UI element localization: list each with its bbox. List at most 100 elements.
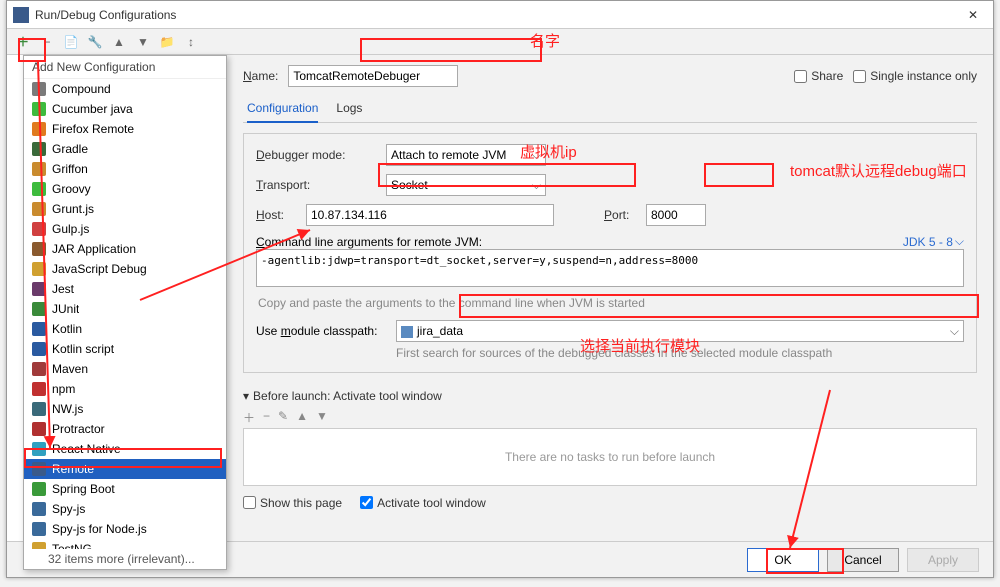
config-type-item[interactable]: JavaScript Debug	[24, 259, 226, 279]
name-input[interactable]	[288, 65, 458, 87]
config-type-icon	[32, 302, 46, 316]
transport-select[interactable]: Socket⌵	[386, 174, 546, 196]
cmdline-label: Command line arguments for remote JVM:	[256, 235, 482, 249]
add-config-icon[interactable]: ＋	[15, 34, 31, 50]
config-type-icon	[32, 342, 46, 356]
ok-button[interactable]: OK	[747, 548, 819, 572]
show-this-page-checkbox[interactable]: Show this page	[243, 496, 342, 510]
config-type-icon	[32, 282, 46, 296]
config-type-icon	[32, 542, 46, 549]
module-classpath-select[interactable]: jira_data ⌵	[396, 320, 964, 342]
run-debug-dialog: Run/Debug Configurations ✕ ＋ − 📄 🔧 ▲ ▼ 📁…	[6, 0, 994, 578]
cancel-button[interactable]: Cancel	[827, 548, 899, 572]
config-type-item[interactable]: Grunt.js	[24, 199, 226, 219]
folder-icon[interactable]: 📁	[159, 34, 175, 50]
more-items[interactable]: 32 items more (irrelevant)...	[24, 549, 226, 569]
toolbar: ＋ − 📄 🔧 ▲ ▼ 📁 ↕	[7, 29, 993, 55]
debugger-mode-select[interactable]: Attach to remote JVM⌵	[386, 144, 546, 166]
config-type-icon	[32, 182, 46, 196]
module-classpath-label: Use module classpath:	[256, 324, 386, 338]
share-checkbox[interactable]: Share	[794, 69, 843, 83]
config-type-list[interactable]: Compound Cucumber javaFirefox RemoteGradl…	[24, 79, 226, 549]
config-type-item[interactable]: Spy-js	[24, 499, 226, 519]
transport-label: Transport:	[256, 178, 376, 192]
config-type-item[interactable]: Cucumber java	[24, 99, 226, 119]
titlebar: Run/Debug Configurations ✕	[7, 1, 993, 29]
config-type-icon	[32, 102, 46, 116]
config-type-item[interactable]: Compound	[24, 79, 226, 99]
config-type-label: Griffon	[52, 162, 88, 176]
before-launch-list: There are no tasks to run before launch	[243, 428, 977, 486]
copy-config-icon[interactable]: 📄	[63, 34, 79, 50]
config-type-item[interactable]: Jest	[24, 279, 226, 299]
config-type-label: Spy-js for Node.js	[52, 522, 147, 536]
bl-add-icon[interactable]: ＋	[243, 409, 255, 426]
config-type-item[interactable]: Groovy	[24, 179, 226, 199]
port-input[interactable]	[646, 204, 706, 226]
left-panel: Add New Configuration Compound Cucumber j…	[7, 55, 227, 541]
config-type-item[interactable]: Spy-js for Node.js	[24, 519, 226, 539]
config-type-item[interactable]: Kotlin script	[24, 339, 226, 359]
down-icon[interactable]: ▼	[135, 34, 151, 50]
cmdline-textarea[interactable]: -agentlib:jdwp=transport=dt_socket,serve…	[256, 249, 964, 287]
config-type-icon	[32, 462, 46, 476]
config-type-item[interactable]: NW.js	[24, 399, 226, 419]
config-type-icon	[32, 262, 46, 276]
up-icon[interactable]: ▲	[111, 34, 127, 50]
config-type-item[interactable]: npm	[24, 379, 226, 399]
host-label: Host:	[256, 208, 296, 222]
config-type-label: TestNG	[52, 542, 92, 549]
sort-icon[interactable]: ↕	[183, 34, 199, 50]
config-type-label: Gulp.js	[52, 222, 89, 236]
before-launch-header[interactable]: ▾ Before launch: Activate tool window	[243, 389, 977, 403]
remove-config-icon[interactable]: −	[39, 34, 55, 50]
bl-down-icon: ▼	[316, 409, 328, 426]
config-type-item[interactable]: Firefox Remote	[24, 119, 226, 139]
config-type-icon	[32, 502, 46, 516]
config-type-item[interactable]: Spring Boot	[24, 479, 226, 499]
before-launch-section: ▾ Before launch: Activate tool window ＋ …	[243, 389, 977, 510]
window-title: Run/Debug Configurations	[35, 8, 959, 22]
config-type-label: Spy-js	[52, 502, 85, 516]
config-type-label: Compound	[52, 82, 111, 96]
collapse-icon[interactable]: ▾	[243, 389, 249, 403]
config-type-label: Remote	[52, 462, 94, 476]
activate-tool-window-checkbox[interactable]: Activate tool window	[360, 496, 486, 510]
config-type-item[interactable]: Gradle	[24, 139, 226, 159]
name-label: Name:	[243, 69, 278, 83]
config-type-item[interactable]: Remote	[24, 459, 226, 479]
config-type-item[interactable]: Maven	[24, 359, 226, 379]
config-type-item[interactable]: React Native	[24, 439, 226, 459]
config-type-item[interactable]: Protractor	[24, 419, 226, 439]
config-type-icon	[32, 122, 46, 136]
config-type-item[interactable]: JAR Application	[24, 239, 226, 259]
config-type-item[interactable]: Kotlin	[24, 319, 226, 339]
port-label: Port:	[604, 208, 636, 222]
tab-configuration[interactable]: Configuration	[247, 95, 318, 123]
config-type-icon	[32, 402, 46, 416]
config-type-icon	[32, 162, 46, 176]
wrench-icon[interactable]: 🔧	[87, 34, 103, 50]
popup-header: Add New Configuration	[24, 56, 226, 79]
config-type-icon	[32, 242, 46, 256]
config-type-label: Kotlin script	[52, 342, 114, 356]
tab-logs[interactable]: Logs	[336, 95, 362, 122]
right-panel: Name: Share Single instance only Configu…	[227, 55, 993, 541]
config-type-item[interactable]: Griffon	[24, 159, 226, 179]
config-type-label: npm	[52, 382, 75, 396]
bl-remove-icon: −	[263, 409, 270, 426]
single-instance-checkbox[interactable]: Single instance only	[853, 69, 977, 83]
close-icon[interactable]: ✕	[959, 8, 987, 22]
config-type-icon	[32, 482, 46, 496]
config-type-label: Jest	[52, 282, 74, 296]
config-type-item[interactable]: JUnit	[24, 299, 226, 319]
tabs: Configuration Logs	[243, 95, 977, 123]
config-type-icon	[32, 382, 46, 396]
config-type-item[interactable]: TestNG	[24, 539, 226, 549]
config-type-label: Groovy	[52, 182, 91, 196]
jdk-version-link[interactable]: JDK 5 - 8 ⌵	[903, 234, 964, 249]
host-input[interactable]	[306, 204, 554, 226]
config-type-label: NW.js	[52, 402, 83, 416]
config-type-icon	[32, 422, 46, 436]
config-type-item[interactable]: Gulp.js	[24, 219, 226, 239]
